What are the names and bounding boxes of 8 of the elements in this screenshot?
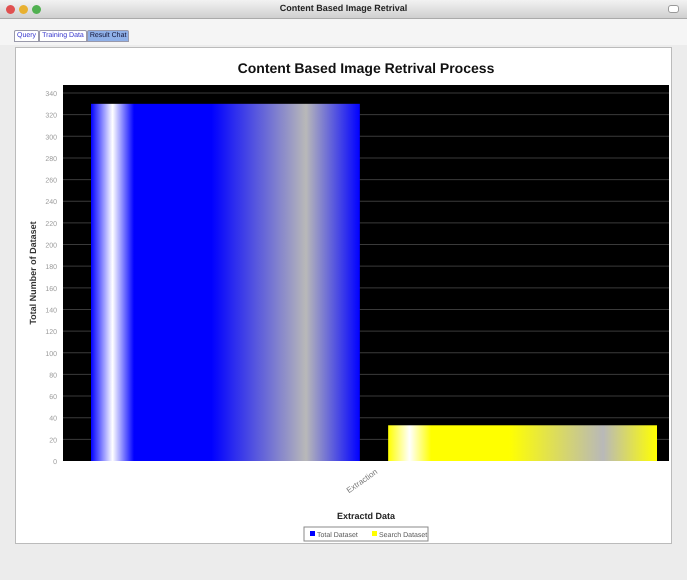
zoom-button[interactable] [32, 5, 41, 14]
minimize-button[interactable] [19, 5, 28, 14]
close-button[interactable] [6, 5, 15, 14]
toolbar-toggle-button[interactable] [668, 5, 679, 13]
chart-title: Content Based Image Retrival Process [238, 60, 494, 76]
x-axis-label: Extractd Data [336, 511, 396, 521]
window-title: Content Based Image Retrival [280, 2, 408, 16]
y-axis-label: Total Number of Dataset [28, 221, 38, 325]
